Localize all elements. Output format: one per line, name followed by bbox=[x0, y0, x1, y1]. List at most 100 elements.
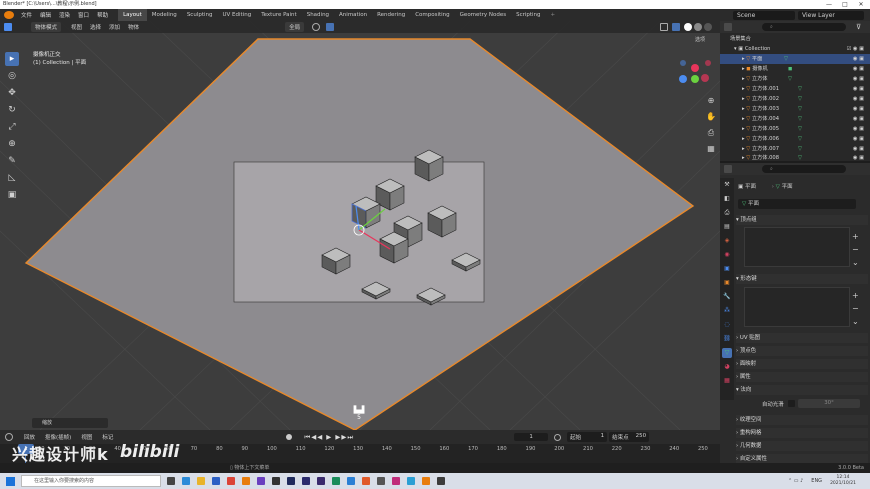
camera-view-icon[interactable]: ⎙ bbox=[705, 125, 717, 141]
add-cube-tool-icon[interactable]: ▣ bbox=[5, 188, 19, 202]
transform-tool-icon[interactable]: ⊕ bbox=[5, 137, 19, 151]
outliner-item-cube-001[interactable]: ▸ ▽ 立方体.001 ▽ ◉ ▣ bbox=[720, 84, 870, 94]
physics-tab-icon[interactable]: ◌ bbox=[722, 320, 732, 330]
record-icon[interactable] bbox=[286, 434, 293, 440]
menu-render[interactable]: 渲染 bbox=[55, 11, 74, 19]
end-frame-field[interactable]: 结束点 250 bbox=[609, 432, 650, 442]
viewport-menu-view[interactable]: 视图 bbox=[67, 23, 86, 31]
axis-navigation-gizmo[interactable] bbox=[679, 60, 711, 83]
timeline-type-icon[interactable] bbox=[5, 433, 13, 441]
pivot-icon[interactable] bbox=[312, 23, 321, 31]
workspace-tab-sculpting[interactable]: Sculpting bbox=[182, 9, 218, 21]
add-shape-key-button[interactable]: + bbox=[852, 289, 859, 302]
rotate-tool-icon[interactable]: ↻ bbox=[5, 103, 19, 117]
section-normals[interactable]: ▾ 法向 bbox=[736, 385, 868, 395]
playback-controls-icon[interactable]: ⏮◀◀ ▶ ▶▶⏭ bbox=[304, 433, 354, 442]
menu-edit[interactable]: 编辑 bbox=[36, 11, 55, 19]
workspace-tab-geometry-nodes[interactable]: Geometry Nodes bbox=[455, 9, 511, 21]
transform-orientation-selector[interactable]: 全局 bbox=[285, 22, 305, 32]
snap-icon[interactable] bbox=[326, 23, 335, 31]
app-icon-3[interactable] bbox=[332, 477, 340, 485]
view-layer-tab-icon[interactable]: ▤ bbox=[722, 222, 732, 232]
editor-type-icon[interactable] bbox=[4, 23, 12, 31]
blender-taskbar-icon[interactable] bbox=[242, 477, 250, 485]
outliner-item-camera[interactable]: ▸ ◼ 摄像机 ◼ ◉ ▣ bbox=[720, 64, 870, 74]
app-icon-9[interactable] bbox=[422, 477, 430, 485]
add-vertex-group-button[interactable]: + bbox=[852, 230, 859, 243]
timeline-menu-view[interactable]: 视图 bbox=[76, 433, 97, 441]
photoshop-icon[interactable] bbox=[287, 477, 295, 485]
section-remesh[interactable]: › 重构网格 bbox=[736, 428, 868, 438]
clock-icon[interactable] bbox=[554, 433, 562, 441]
collection-row[interactable]: ▾ ▣ Collection ☑ ◉ ▣ bbox=[720, 44, 870, 54]
outliner-search-input[interactable]: ⌕ bbox=[762, 23, 846, 31]
modifier-tab-icon[interactable]: 🔧 bbox=[722, 292, 732, 302]
menu-window[interactable]: 窗口 bbox=[74, 11, 93, 19]
outliner-item-plane[interactable]: ▸ ▽ 平面 ▽ ◉ ▣ bbox=[720, 54, 870, 64]
add-workspace-button[interactable]: + bbox=[546, 9, 561, 21]
app-icon-5[interactable] bbox=[362, 477, 370, 485]
mesh-name-field[interactable]: ▽ 平面 bbox=[738, 199, 856, 209]
scene-tab-icon[interactable]: ◈ bbox=[722, 236, 732, 246]
xray-icon[interactable] bbox=[672, 23, 680, 31]
properties-type-icon[interactable] bbox=[724, 165, 732, 173]
app-icon-1[interactable] bbox=[257, 477, 265, 485]
filter-icon[interactable]: ⊽ bbox=[856, 23, 861, 31]
workspace-tab-rendering[interactable]: Rendering bbox=[372, 9, 410, 21]
measure-tool-icon[interactable]: ◺ bbox=[5, 171, 19, 185]
3d-viewport[interactable]: 物体模式 视图 选择 添加 物体 全局 选项 摄像机正交 (1) Collect… bbox=[0, 21, 720, 430]
workspace-tab-uv-editing[interactable]: UV Editing bbox=[218, 9, 257, 21]
constraints-tab-icon[interactable]: ⛓ bbox=[722, 334, 732, 344]
outliner-item-cube-003[interactable]: ▸ ▽ 立方体.003 ▽ ◉ ▣ bbox=[720, 104, 870, 114]
menu-help[interactable]: 帮助 bbox=[93, 11, 112, 19]
clock[interactable]: 12:14 2021/10/21 bbox=[830, 475, 856, 487]
maximize-button[interactable]: □ bbox=[838, 0, 852, 9]
after-effects-icon[interactable] bbox=[317, 477, 325, 485]
cursor-tool-icon[interactable]: ◎ bbox=[5, 69, 19, 83]
options-button[interactable]: 选项 bbox=[695, 36, 705, 43]
visibility-icons[interactable]: ☑ ◉ ▣ bbox=[847, 44, 864, 54]
minimize-button[interactable]: — bbox=[822, 0, 836, 9]
viewport-menu-object[interactable]: 物体 bbox=[124, 23, 143, 31]
workspace-tab-compositing[interactable]: Compositing bbox=[410, 9, 454, 21]
scale-tool-icon[interactable]: ⤢ bbox=[5, 120, 19, 134]
show-gizmo-icon[interactable] bbox=[660, 23, 668, 31]
world-tab-icon[interactable]: ◉ bbox=[722, 250, 732, 260]
move-tool-icon[interactable]: ✥ bbox=[5, 86, 19, 100]
mesh-data-tab-icon[interactable]: ▽ bbox=[722, 348, 732, 358]
timeline-menu-playback[interactable]: 回放 bbox=[19, 433, 40, 441]
vertex-groups-list[interactable] bbox=[744, 227, 850, 267]
tool-tab-icon[interactable]: ⚒ bbox=[722, 180, 732, 190]
app-icon-4[interactable] bbox=[347, 477, 355, 485]
texture-tab-icon[interactable]: ▦ bbox=[722, 376, 732, 386]
section-texture-space[interactable]: › 纹理空间 bbox=[736, 415, 868, 425]
menu-file[interactable]: 文件 bbox=[17, 11, 36, 19]
zoom-icon[interactable]: ⊕ bbox=[705, 93, 717, 109]
app-icon-10[interactable] bbox=[437, 477, 445, 485]
section-shape-keys[interactable]: ▾ 形态键 bbox=[736, 274, 868, 284]
properties-search-input[interactable]: ⌕ bbox=[762, 165, 846, 173]
grid-icon[interactable]: ▦ bbox=[705, 141, 717, 157]
close-button[interactable]: ✕ bbox=[854, 0, 868, 9]
edge-icon[interactable] bbox=[182, 477, 190, 485]
blender-logo-icon[interactable] bbox=[4, 11, 14, 19]
system-tray-icons[interactable]: ⌃ ▭ ♪ bbox=[788, 478, 803, 484]
auto-smooth-angle-field[interactable]: 30° bbox=[798, 399, 860, 408]
remove-vertex-group-button[interactable]: − bbox=[852, 243, 859, 256]
section-geometry-data[interactable]: › 几何数据 bbox=[736, 441, 868, 451]
workspace-tab-layout[interactable]: Layout bbox=[118, 9, 147, 21]
section-vertex-groups[interactable]: ▾ 顶点组 bbox=[736, 215, 868, 225]
current-frame-field[interactable]: 1 bbox=[514, 433, 549, 441]
language-indicator[interactable]: ENG bbox=[811, 478, 822, 484]
app-icon-2[interactable] bbox=[272, 477, 280, 485]
timeline-menu-marker[interactable]: 标记 bbox=[97, 433, 118, 441]
particles-tab-icon[interactable]: ⁂ bbox=[722, 306, 732, 316]
viewport-menu-select[interactable]: 选择 bbox=[86, 23, 105, 31]
output-tab-icon[interactable]: ⎙ bbox=[722, 208, 732, 218]
view-layer-selector[interactable]: View Layer bbox=[798, 10, 864, 20]
outliner-item-cube-008[interactable]: ▸ ▽ 立方体.008 ▽ ◉ ▣ bbox=[720, 153, 870, 163]
scene-collection-row[interactable]: 场景集合 bbox=[720, 34, 870, 44]
workspace-tab-animation[interactable]: Animation bbox=[334, 9, 372, 21]
shape-keys-list[interactable] bbox=[744, 287, 850, 327]
remove-shape-key-button[interactable]: − bbox=[852, 302, 859, 315]
